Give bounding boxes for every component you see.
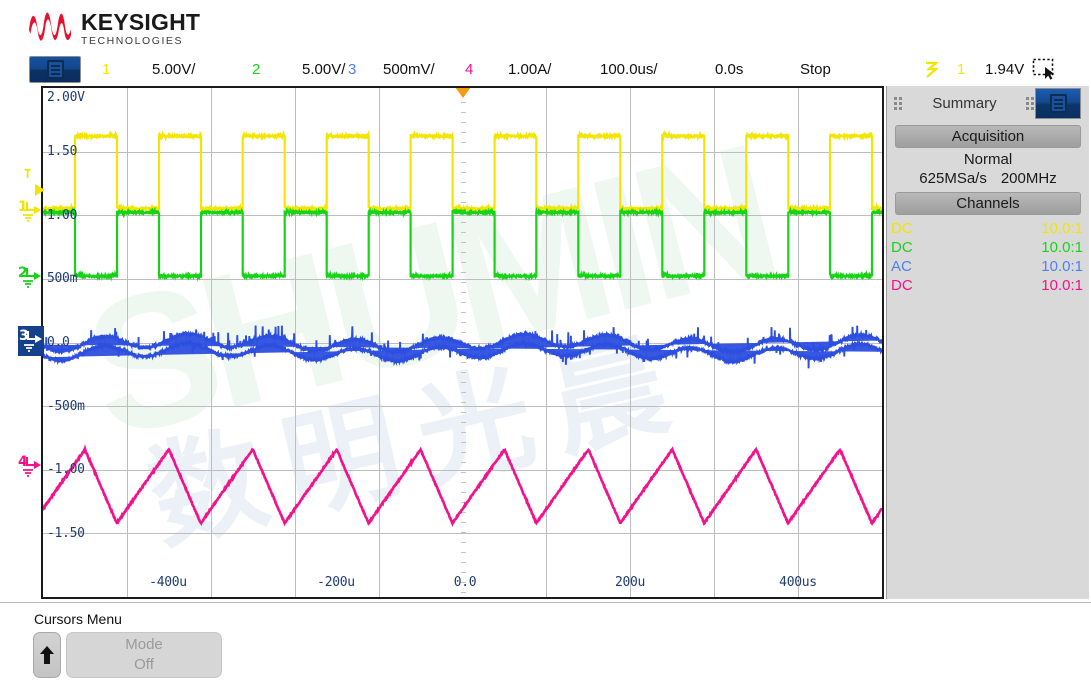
arrow-up-icon bbox=[39, 645, 55, 665]
channel-4-scale[interactable]: 1.00A/ bbox=[508, 56, 551, 83]
h-axis-label: -400u bbox=[149, 575, 187, 590]
keysight-waveform-logo-icon bbox=[28, 8, 72, 42]
waveform-trace bbox=[43, 449, 882, 524]
trigger-level[interactable]: 1.94V bbox=[985, 56, 1024, 83]
summary-panel: Summary Acquisition Normal 625MSa/s 200M… bbox=[886, 86, 1089, 599]
select-cursor-icon[interactable] bbox=[1032, 58, 1058, 80]
cursor-mode-button[interactable]: Mode Off bbox=[66, 632, 222, 678]
channel-4-number: 4 bbox=[465, 61, 473, 78]
brand-subtitle: TECHNOLOGIES bbox=[81, 35, 200, 48]
cursors-menu-title: Cursors Menu bbox=[34, 611, 122, 627]
delay-value[interactable]: 0.0s bbox=[715, 56, 743, 83]
h-axis-label: 0.0 bbox=[454, 575, 477, 590]
drag-grip-icon-right[interactable] bbox=[1026, 97, 1035, 111]
channel-1-ground-marker[interactable]: 1 bbox=[18, 198, 44, 224]
channel-2-coupling: DC bbox=[891, 239, 913, 256]
channel-summary-row: DC 10.0:1 bbox=[887, 238, 1089, 257]
channel-4-coupling: DC bbox=[891, 277, 913, 294]
channel-summary-row: AC 10.0:1 bbox=[887, 257, 1089, 276]
channel-2-scale[interactable]: 5.00V/ bbox=[302, 56, 345, 83]
channel-3-indicator[interactable]: 3 bbox=[348, 56, 356, 83]
summary-panel-header: Summary bbox=[887, 86, 1089, 121]
channel-1-scale[interactable]: 5.00V/ bbox=[152, 56, 195, 83]
v-axis-label: 500m bbox=[47, 272, 77, 285]
channels-header: Channels bbox=[895, 192, 1081, 215]
summary-panel-tab-button[interactable] bbox=[1035, 88, 1081, 119]
waveform-traces bbox=[43, 88, 882, 597]
summary-panel-title: Summary bbox=[903, 95, 1026, 112]
channel-2-number: 2 bbox=[252, 61, 260, 78]
channel-1-number: 1 bbox=[102, 61, 110, 78]
bandwidth: 200MHz bbox=[1001, 170, 1057, 187]
v-axis-label: 0.0 bbox=[47, 336, 70, 349]
v-axis-label: 1.00 bbox=[47, 209, 77, 222]
channel-3-coupling: AC bbox=[891, 258, 912, 275]
channel-4-ground-marker[interactable]: 4 bbox=[18, 453, 44, 479]
channel-1-probe-ratio: 10.0:1 bbox=[1041, 220, 1083, 237]
cursor-mode-value: Off bbox=[134, 655, 154, 675]
channel-3-ground-marker-selected[interactable]: 3 bbox=[18, 326, 46, 356]
menu-divider bbox=[0, 602, 1091, 603]
channel-summary-list: DC 10.0:1 DC 10.0:1 AC 10.0:1 DC 10.0:1 bbox=[887, 219, 1089, 295]
acquisition-header: Acquisition bbox=[895, 125, 1081, 148]
timebase-value[interactable]: 100.0us/ bbox=[600, 56, 658, 83]
oscilloscope-screen: KEYSIGHT TECHNOLOGIES 1 5.00V/ 2 5.00V/ … bbox=[0, 0, 1091, 699]
summary-panel-icon bbox=[1050, 94, 1067, 113]
waveform-display[interactable]: SHUMIN 数明光晨 bbox=[41, 86, 884, 599]
channel-1-indicator[interactable]: 1 bbox=[102, 56, 110, 83]
trigger-level-arrow-icon[interactable] bbox=[34, 183, 48, 197]
keysight-logo: KEYSIGHT TECHNOLOGIES bbox=[28, 8, 200, 48]
channel-summary-row: DC 10.0:1 bbox=[887, 219, 1089, 238]
channel-4-indicator[interactable]: 4 bbox=[465, 56, 473, 83]
menu-up-button[interactable] bbox=[33, 632, 61, 678]
trigger-source[interactable]: 1 bbox=[957, 56, 965, 83]
h-axis-label: 200u bbox=[615, 575, 645, 590]
menu-list-icon bbox=[47, 60, 64, 79]
v-axis-label: -1.00 bbox=[47, 463, 85, 476]
v-axis-label: -500m bbox=[47, 400, 85, 413]
channel-3-probe-ratio: 10.0:1 bbox=[1041, 258, 1083, 275]
h-axis-label: 400us bbox=[779, 575, 817, 590]
channel-3-scale[interactable]: 500mV/ bbox=[383, 56, 435, 83]
trigger-edge-icon bbox=[925, 56, 938, 83]
channel-2-ground-marker[interactable]: 2 bbox=[18, 264, 44, 290]
sample-rate: 625MSa/s bbox=[919, 170, 987, 187]
cursor-mode-label: Mode bbox=[125, 635, 163, 655]
channel-4-probe-ratio: 10.0:1 bbox=[1041, 277, 1083, 294]
main-menu-button[interactable] bbox=[29, 56, 81, 83]
acquisition-mode: Normal bbox=[887, 151, 1089, 168]
trigger-edge-glyph bbox=[925, 61, 938, 79]
v-axis-label: -1.50 bbox=[47, 527, 85, 540]
waveform-trace bbox=[43, 210, 882, 278]
channel-3-number: 3 bbox=[348, 61, 356, 78]
v-axis-label: 2.00V bbox=[47, 91, 85, 104]
acquisition-rate-row: 625MSa/s 200MHz bbox=[887, 170, 1089, 187]
v-axis-label: 1.50 bbox=[47, 145, 77, 158]
run-state[interactable]: Stop bbox=[800, 56, 831, 83]
channel-1-coupling: DC bbox=[891, 220, 913, 237]
channel-summary-row: DC 10.0:1 bbox=[887, 276, 1089, 295]
waveform-canvas: SHUMIN 数明光晨 bbox=[43, 88, 882, 597]
channel-2-probe-ratio: 10.0:1 bbox=[1041, 239, 1083, 256]
drag-grip-icon[interactable] bbox=[894, 97, 903, 111]
h-axis-label: -200u bbox=[317, 575, 355, 590]
channel-2-indicator[interactable]: 2 bbox=[252, 56, 260, 83]
brand-name: KEYSIGHT bbox=[81, 10, 200, 34]
trigger-level-label: T bbox=[24, 167, 31, 181]
bottom-menu-bar: Cursors Menu Mode Off To turn on cursors… bbox=[0, 602, 1091, 699]
waveform-trace bbox=[43, 134, 882, 210]
